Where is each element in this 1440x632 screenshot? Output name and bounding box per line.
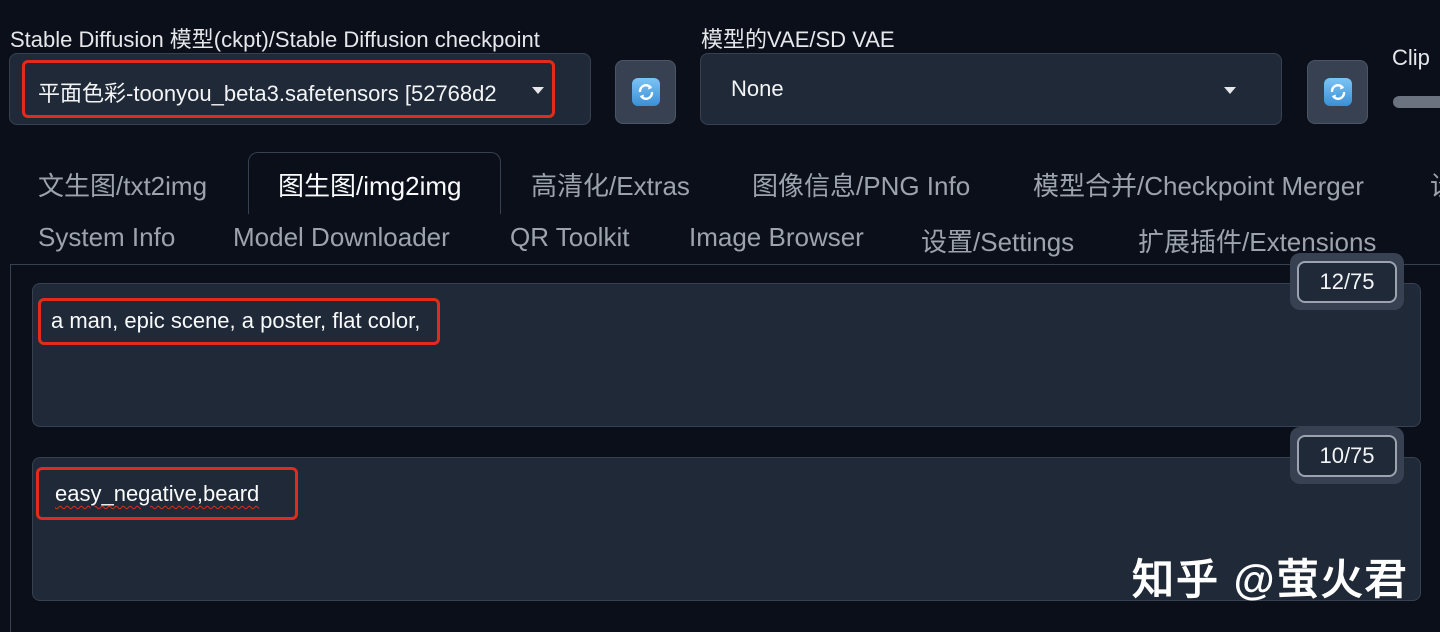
negative-token-counter: 10/75	[1290, 427, 1404, 484]
clip-skip-slider[interactable]	[1393, 96, 1440, 108]
prompt-token-count: 12/75	[1297, 260, 1397, 303]
tab-system-info[interactable]: System Info	[38, 222, 175, 253]
tab-model-downloader[interactable]: Model Downloader	[233, 222, 450, 253]
refresh-vae-button[interactable]	[1307, 60, 1368, 124]
chevron-down-icon	[532, 87, 544, 94]
model-checkpoint-label: Stable Diffusion 模型(ckpt)/Stable Diffusi…	[10, 27, 540, 52]
tab-settings[interactable]: 设置/Settings	[921, 222, 1074, 259]
prompt-textarea[interactable]: a man, epic scene, a poster, flat color,	[32, 283, 1421, 427]
chevron-down-icon	[1224, 87, 1236, 94]
tab-img2img[interactable]: 图生图/img2img	[278, 166, 461, 203]
tab-image-browser[interactable]: Image Browser	[689, 222, 864, 253]
vae-label: 模型的VAE/SD VAE	[701, 27, 895, 52]
model-checkpoint-value: 平面色彩-toonyou_beta3.safetensors [52768d2	[38, 81, 497, 106]
prompt-text: a man, epic scene, a poster, flat color,	[51, 308, 421, 333]
vae-dropdown[interactable]: None	[700, 53, 1282, 125]
tab-txt2img[interactable]: 文生图/txt2img	[38, 166, 207, 203]
refresh-icon	[631, 78, 660, 106]
tab-qr-toolkit[interactable]: QR Toolkit	[510, 222, 629, 253]
negative-prompt-text: easy_negative,beard	[55, 481, 260, 506]
negative-token-count: 10/75	[1297, 434, 1397, 477]
tab-png-info[interactable]: 图像信息/PNG Info	[752, 166, 970, 203]
tab-extras[interactable]: 高清化/Extras	[531, 166, 690, 203]
tab-checkpoint-merger[interactable]: 模型合并/Checkpoint Merger	[1033, 166, 1364, 203]
model-checkpoint-dropdown[interactable]: 平面色彩-toonyou_beta3.safetensors [52768d2	[9, 53, 591, 125]
refresh-icon	[1323, 78, 1352, 106]
vae-value: None	[731, 76, 784, 101]
watermark: 知乎 @萤火君	[1132, 556, 1409, 603]
refresh-model-button[interactable]	[615, 60, 676, 124]
tab-truncated[interactable]: 设	[1430, 166, 1440, 203]
clip-skip-label: Clip	[1392, 45, 1430, 70]
prompt-token-counter: 12/75	[1290, 253, 1404, 310]
